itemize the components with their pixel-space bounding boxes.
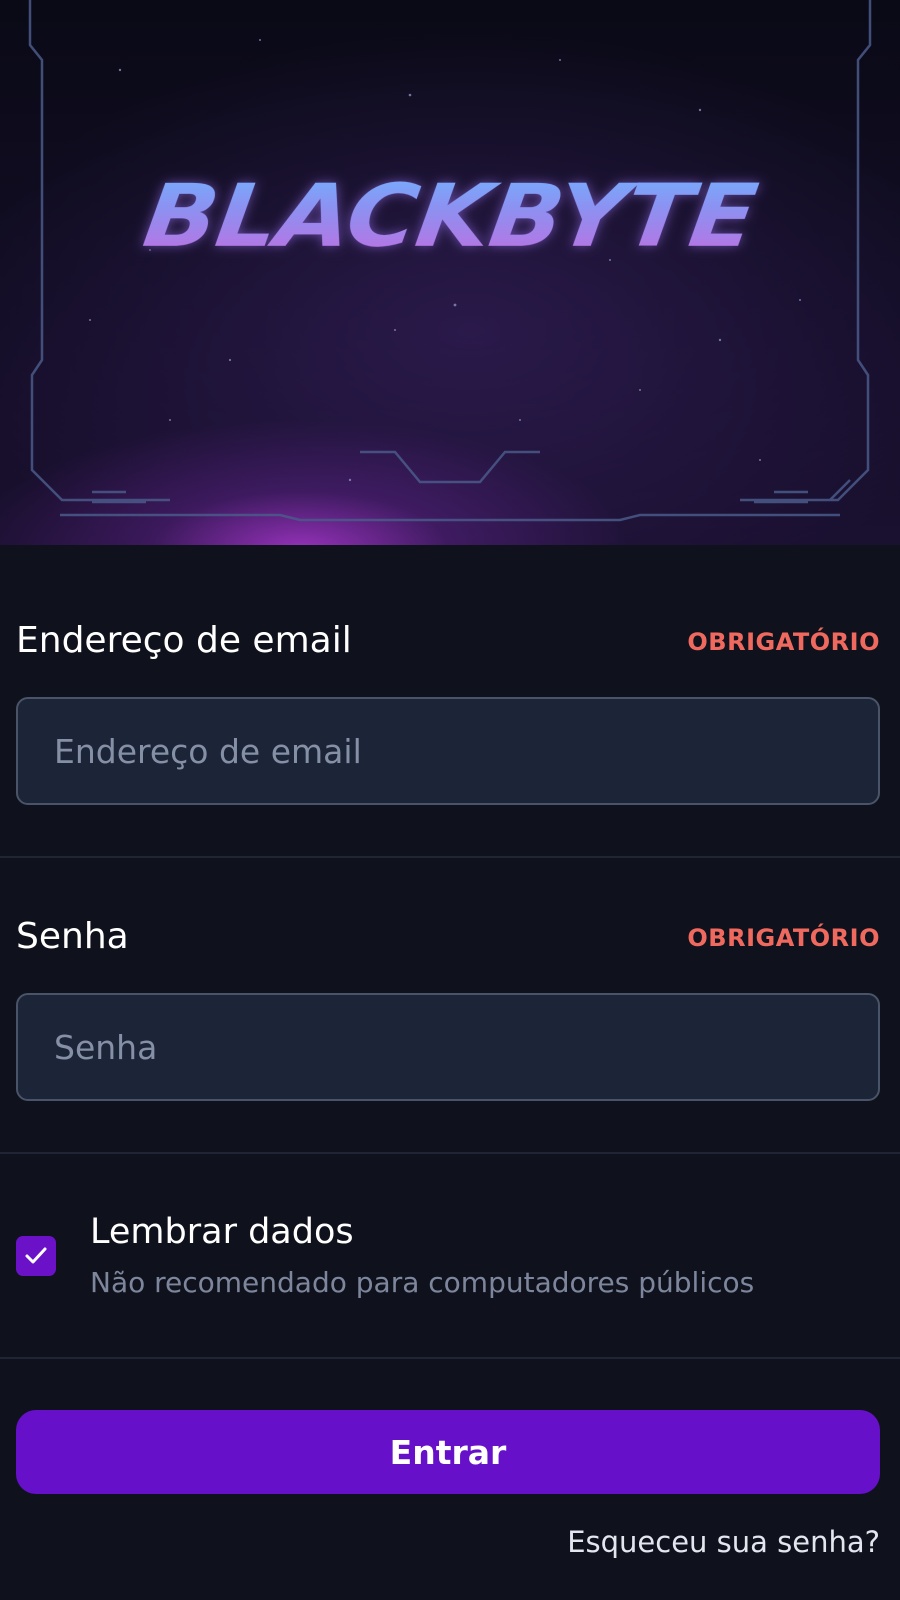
section-divider (0, 1152, 900, 1154)
forgot-password-link[interactable]: Esqueceu sua senha? (567, 1525, 880, 1559)
password-required-badge: OBRIGATÓRIO (687, 924, 880, 952)
remember-hint: Não recomendado para computadores públic… (90, 1266, 755, 1299)
hud-frame-decoration (28, 0, 872, 522)
hero-banner: BLACKBYTE (0, 0, 900, 545)
email-required-badge: OBRIGATÓRIO (687, 628, 880, 656)
email-label: Endereço de email (16, 620, 352, 661)
section-divider (0, 1357, 900, 1359)
password-label: Senha (16, 916, 129, 957)
email-input[interactable] (16, 697, 880, 805)
remember-label: Lembrar dados (90, 1212, 354, 1252)
remember-checkbox[interactable] (16, 1236, 56, 1276)
check-icon (25, 1247, 47, 1264)
password-input[interactable] (16, 993, 880, 1101)
blackbyte-logo: BLACKBYTE (0, 166, 900, 267)
login-screen: BLACKBYTE Endereço de email OBRIGATÓRIO … (0, 0, 900, 1600)
login-button[interactable]: Entrar (16, 1410, 880, 1494)
section-divider (0, 856, 900, 858)
